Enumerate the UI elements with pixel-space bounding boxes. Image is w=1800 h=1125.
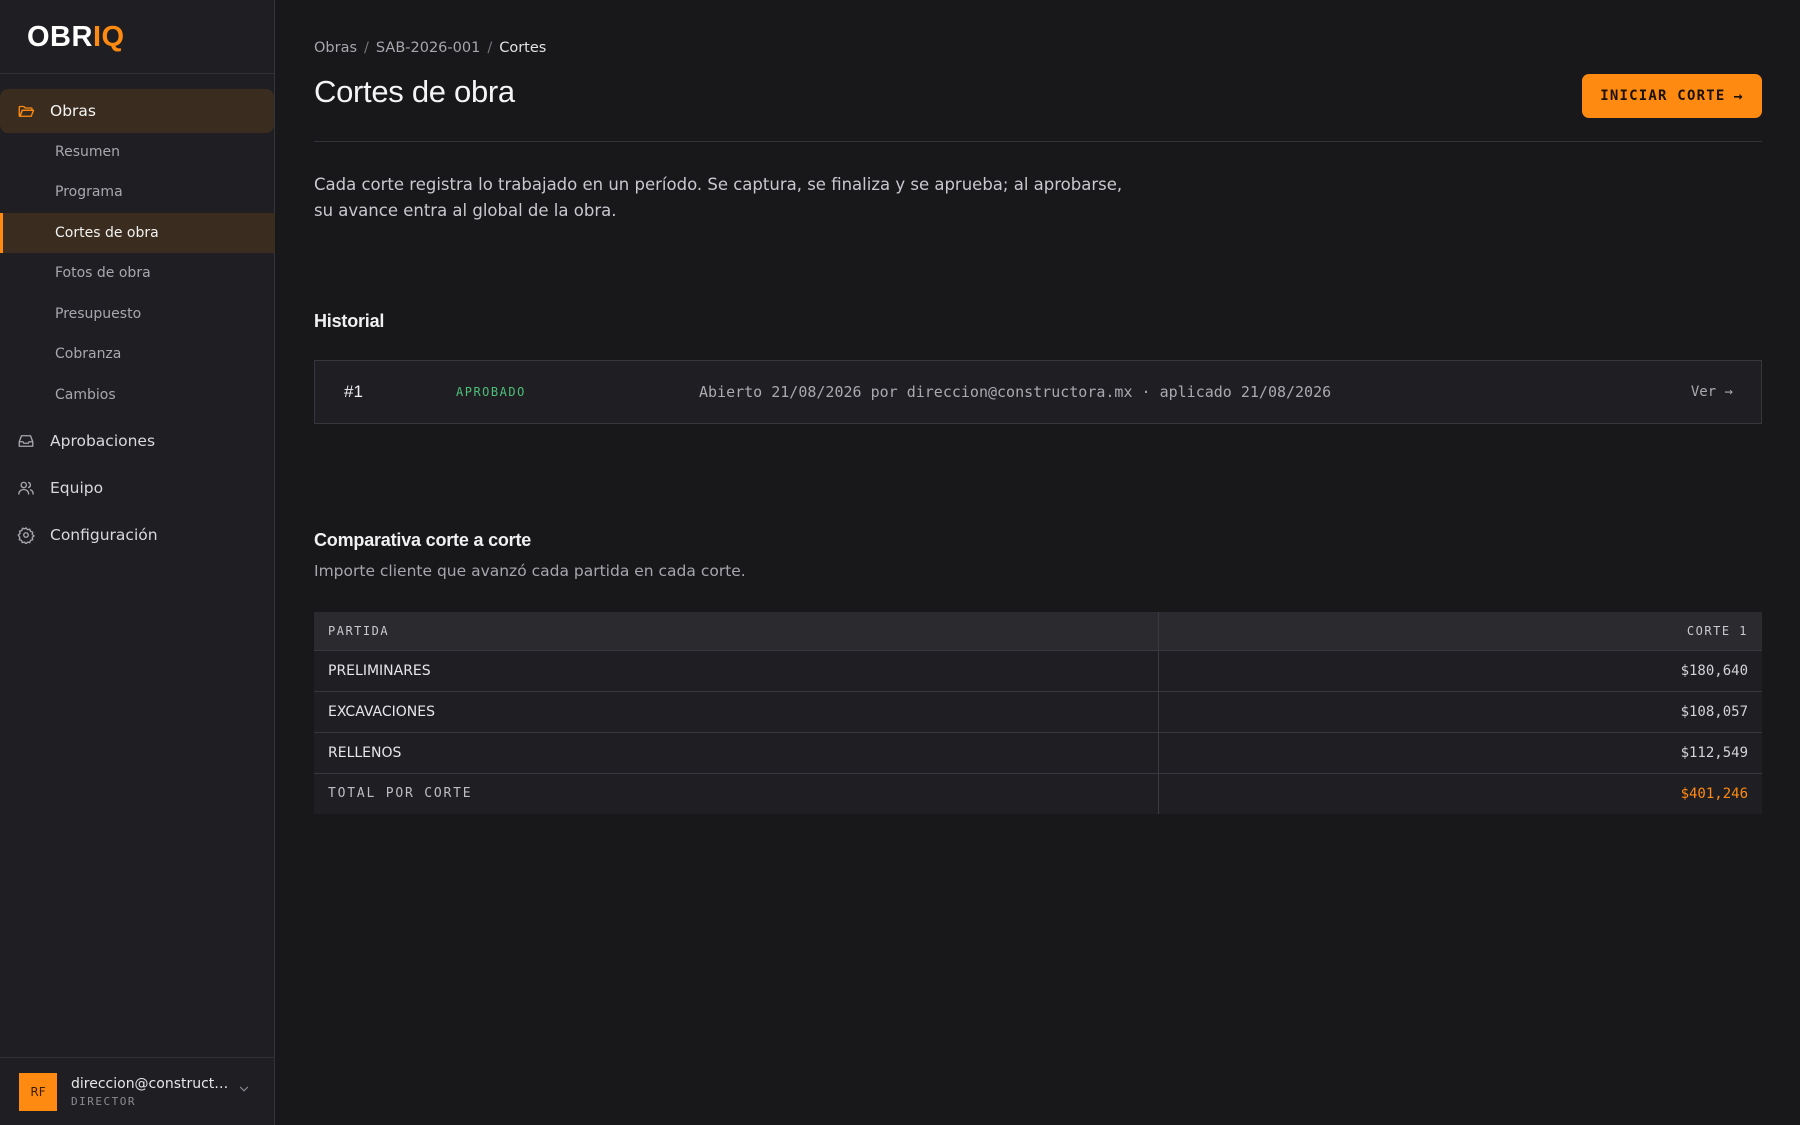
app-logo[interactable]: OBRIQ [27,21,125,53]
sidebar-subitem-cambios[interactable]: Cambios [0,375,275,415]
sidebar-item-label: Aprobaciones [50,432,156,450]
breadcrumb: Obras / SAB-2026-001 / Cortes [314,40,546,56]
table-row: EXCAVACIONES $108,057 [314,691,1762,733]
corte-value-cell: $180,640 [1157,650,1762,692]
chevron-down-icon[interactable] [237,1082,251,1101]
table-row: PRELIMINARES $180,640 [314,650,1762,692]
iniciar-corte-label: INICIAR CORTE [1600,88,1726,104]
page-title: Cortes de obra [314,74,515,109]
folder-icon [16,101,36,121]
breadcrumb-separator: / [487,40,493,56]
logo-area: OBRIQ [0,0,274,74]
avatar: RF [19,1072,57,1111]
breadcrumb-obra[interactable]: SAB-2026-001 [376,40,480,56]
sidebar-item-label: Obras [50,102,96,120]
iniciar-corte-button[interactable]: INICIAR CORTE → [1582,74,1762,118]
sidebar-item-aprobaciones[interactable]: Aprobaciones [0,419,275,463]
inbox-icon [16,431,36,451]
corte-value-cell: $112,549 [1157,732,1762,774]
corte-value-cell: $108,057 [1157,691,1762,733]
comparativa-title: Comparativa corte a corte [314,530,532,550]
gear-icon [16,525,36,545]
user-meta: direccion@constructo... DIRECTOR [71,1076,231,1108]
ver-link[interactable]: Ver → [1691,384,1733,400]
corte-description: Abierto 21/08/2026 por direccion@constru… [699,383,1332,401]
historial-row[interactable]: #1 APROBADO Abierto 21/08/2026 por direc… [314,360,1762,424]
column-header-corte-1: CORTE 1 [1157,612,1762,651]
title-divider [314,141,1762,142]
sidebar: OBRIQ Obras Resumen Programa Cortes de o… [0,0,275,1125]
users-icon [16,478,36,498]
arrow-right-icon: → [1733,87,1744,105]
sidebar-subitem-label: Cobranza [55,346,122,362]
sidebar-subitem-label: Cortes de obra [55,225,159,241]
total-row: TOTAL POR CORTE $401,246 [314,773,1762,814]
sidebar-subitem-label: Fotos de obra [55,265,151,281]
sidebar-item-label: Configuración [50,526,158,544]
sidebar-subitem-presupuesto[interactable]: Presupuesto [0,294,275,334]
comparativa-subtitle: Importe cliente que avanzó cada partida … [314,562,746,580]
breadcrumb-separator: / [364,40,369,56]
corte-number: #1 [344,382,363,401]
partida-cell: EXCAVACIONES [314,691,1158,733]
sidebar-subitem-cortes-de-obra[interactable]: Cortes de obra [0,213,275,253]
partida-cell: RELLENOS [314,732,1158,774]
sidebar-subitem-programa[interactable]: Programa [0,172,275,212]
breadcrumb-current: Cortes [499,40,547,56]
sidebar-item-configuracion[interactable]: Configuración [0,513,275,557]
sidebar-subitem-label: Programa [55,184,123,200]
sidebar-subitem-fotos-de-obra[interactable]: Fotos de obra [0,253,275,293]
breadcrumb-obras[interactable]: Obras [314,40,357,56]
sidebar-subitem-resumen[interactable]: Resumen [0,132,275,172]
status-badge: APROBADO [456,385,526,399]
table-row: RELLENOS $112,549 [314,732,1762,774]
partida-cell: PRELIMINARES [314,650,1158,692]
sidebar-subitem-cobranza[interactable]: Cobranza [0,334,275,374]
comparativa-table: PARTIDA CORTE 1 PRELIMINARES $180,640 EX… [314,612,1762,814]
sidebar-item-equipo[interactable]: Equipo [0,466,275,510]
table-header-row: PARTIDA CORTE 1 [314,612,1762,651]
historial-title: Historial [314,311,385,331]
sidebar-subitem-label: Presupuesto [55,306,142,322]
sidebar-item-label: Equipo [50,479,104,497]
user-role: DIRECTOR [71,1094,136,1108]
sidebar-subitem-label: Cambios [55,387,116,403]
page-intro: Cada corte registra lo trabajado en un p… [314,175,1123,220]
total-value: $401,246 [1157,773,1762,814]
total-label: TOTAL POR CORTE [314,773,1158,814]
column-header-partida: PARTIDA [314,612,1158,651]
user-email: direccion@constructo... [71,1075,231,1092]
sidebar-item-obras[interactable]: Obras [0,89,274,133]
user-menu[interactable]: RF direccion@constructo... DIRECTOR [0,1057,275,1125]
sidebar-subitem-label: Resumen [55,144,121,160]
